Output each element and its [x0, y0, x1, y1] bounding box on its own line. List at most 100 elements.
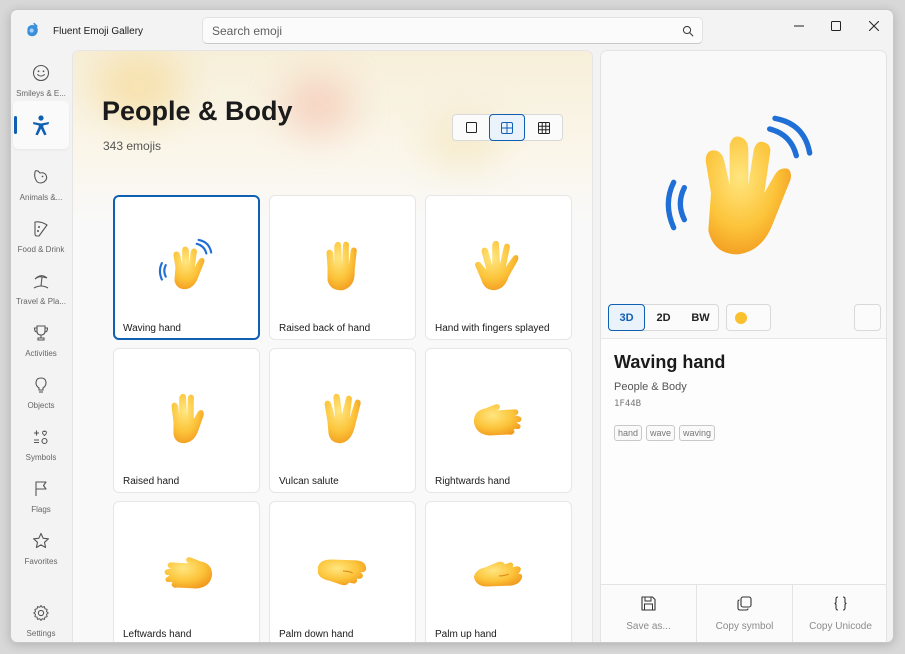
emoji-card-raised-back-of-hand[interactable]: Raised back of hand	[269, 195, 416, 340]
skin-tone-dropdown[interactable]	[726, 304, 886, 489]
nav-item-food[interactable]: Food & Drink	[13, 212, 69, 260]
nav-label-symbols: Symbols	[25, 453, 57, 462]
emoji-card-label: Rightwards hand	[435, 476, 511, 487]
style-bw-button[interactable]: BW	[682, 305, 719, 330]
nav-item-smileys[interactable]: Smileys & E...	[13, 56, 69, 104]
style-3d-button[interactable]: 3D	[608, 304, 645, 331]
emoji-name: Waving hand	[614, 352, 726, 372]
emoji-card-palm-up-hand[interactable]: Palm up hand	[425, 501, 572, 642]
emoji-card-waving-hand[interactable]: Waving hand	[113, 195, 260, 340]
nav-label-travel: Travel & Pla...	[16, 297, 66, 306]
emoji-tags: hand wave waving	[614, 425, 716, 441]
smiley-icon	[32, 64, 50, 82]
emoji-info: Waving hand People & Body 1F44B hand wav…	[601, 338, 886, 584]
small-view-icon	[538, 121, 550, 134]
medium-view-icon	[501, 121, 513, 134]
gear-icon	[33, 605, 49, 621]
nav-label-activities: Activities	[25, 349, 57, 358]
emoji-card-label: Vulcan salute	[279, 476, 339, 487]
food-icon	[34, 221, 48, 237]
lightbulb-icon	[35, 377, 47, 393]
app-logo-icon	[27, 22, 38, 37]
small-view-button[interactable]	[526, 115, 562, 140]
palm-down-hand-icon	[317, 559, 367, 586]
copy-icon	[737, 596, 752, 611]
save-as-label: Save as...	[626, 621, 671, 632]
search-box[interactable]	[202, 17, 703, 44]
maximize-icon	[831, 21, 841, 31]
page-title: People & Body	[102, 96, 293, 126]
title-bar: Fluent Emoji Gallery	[11, 10, 893, 50]
emoji-card-palm-down-hand[interactable]: Palm down hand	[269, 501, 416, 642]
tag: wave	[646, 425, 676, 441]
emoji-card-hand-with-fingers-splayed[interactable]: Hand with fingers splayed	[425, 195, 572, 340]
star-icon	[33, 532, 49, 549]
hand-fingers-splayed-icon	[475, 240, 519, 291]
vulcan-salute-icon	[324, 393, 361, 444]
emoji-card-raised-hand[interactable]: Raised hand	[113, 348, 260, 493]
large-view-button[interactable]	[453, 115, 489, 140]
style-2d-button[interactable]: 2D	[645, 305, 682, 330]
nav-item-people[interactable]	[13, 101, 69, 149]
medium-view-button[interactable]	[489, 114, 525, 141]
nav-label-food: Food & Drink	[17, 245, 65, 254]
copy-symbol-button[interactable]: Copy symbol	[697, 585, 793, 642]
nav-label-settings: Settings	[26, 629, 56, 638]
nav-item-animals[interactable]: Animals &...	[13, 160, 69, 208]
search-input[interactable]	[203, 18, 673, 43]
nav-item-travel[interactable]: Travel & Pla...	[13, 264, 69, 312]
skin-tone-swatch	[735, 312, 747, 324]
palm-up-hand-icon	[473, 561, 523, 587]
maximize-button[interactable]	[817, 13, 855, 39]
nav-label-smileys: Smileys & E...	[16, 89, 66, 98]
copy-unicode-label: Copy Unicode	[809, 621, 872, 632]
nav-item-flags[interactable]: Flags	[13, 472, 69, 520]
emoji-card-vulcan-salute[interactable]: Vulcan salute	[269, 348, 416, 493]
nav-label-objects: Objects	[27, 401, 55, 410]
emoji-gallery: People & Body 343 emojis Waving hand Rai…	[72, 50, 593, 642]
save-icon	[641, 596, 656, 611]
minimize-button[interactable]	[780, 13, 818, 39]
emoji-card-label: Waving hand	[123, 323, 181, 334]
emoji-group: People & Body	[614, 381, 687, 393]
active-indicator	[14, 116, 17, 134]
travel-icon	[33, 275, 49, 289]
emoji-preview: 3D 2D BW	[601, 51, 886, 489]
person-icon	[33, 115, 49, 136]
save-as-button[interactable]: Save as...	[601, 585, 697, 642]
nav-item-objects[interactable]: Objects	[13, 368, 69, 416]
emoji-code: 1F44B	[614, 399, 642, 409]
nav-item-favorites[interactable]: Favorites	[13, 524, 69, 572]
large-view-icon	[465, 122, 477, 133]
emoji-card-label: Palm up hand	[435, 629, 497, 640]
search-icon[interactable]	[682, 25, 694, 37]
emoji-style-selector: 3D 2D BW	[608, 304, 719, 331]
nav-item-activities[interactable]: Activities	[13, 316, 69, 364]
emoji-card-leftwards-hand[interactable]: Leftwards hand	[113, 501, 260, 642]
nav-label-flags: Flags	[31, 505, 51, 514]
emoji-card-rightwards-hand[interactable]: Rightwards hand	[425, 348, 572, 493]
emoji-card-label: Hand with fingers splayed	[435, 323, 550, 334]
app-window: Fluent Emoji Gallery Smileys & E...	[10, 9, 894, 643]
waving-hand-icon	[158, 238, 213, 290]
nav-item-settings[interactable]: Settings	[13, 596, 69, 642]
favorite-button[interactable]	[854, 304, 881, 331]
copy-unicode-button[interactable]: Copy Unicode	[793, 585, 886, 642]
copy-symbol-label: Copy symbol	[715, 621, 774, 632]
tag: hand	[614, 425, 643, 441]
symbols-icon	[34, 430, 48, 445]
emoji-card-label: Raised hand	[123, 476, 180, 487]
nav-label-favorites: Favorites	[24, 557, 58, 566]
action-bar: Save as... Copy symbol Copy Unicode	[601, 584, 886, 642]
close-button[interactable]	[855, 13, 893, 39]
view-mode-toggle	[452, 114, 563, 141]
close-icon	[869, 21, 879, 31]
category-nav: Smileys & E... Animals &... Food & Drink	[11, 50, 71, 642]
emoji-details-pane: 3D 2D BW Waving hand People & Body 1F44B…	[600, 50, 887, 642]
emoji-count: 343 emojis	[103, 139, 162, 153]
minimize-icon	[794, 25, 804, 27]
nav-item-symbols[interactable]: Symbols	[13, 420, 69, 468]
animal-icon	[34, 170, 48, 184]
rightwards-hand-icon	[473, 404, 522, 436]
braces-icon	[834, 596, 847, 611]
